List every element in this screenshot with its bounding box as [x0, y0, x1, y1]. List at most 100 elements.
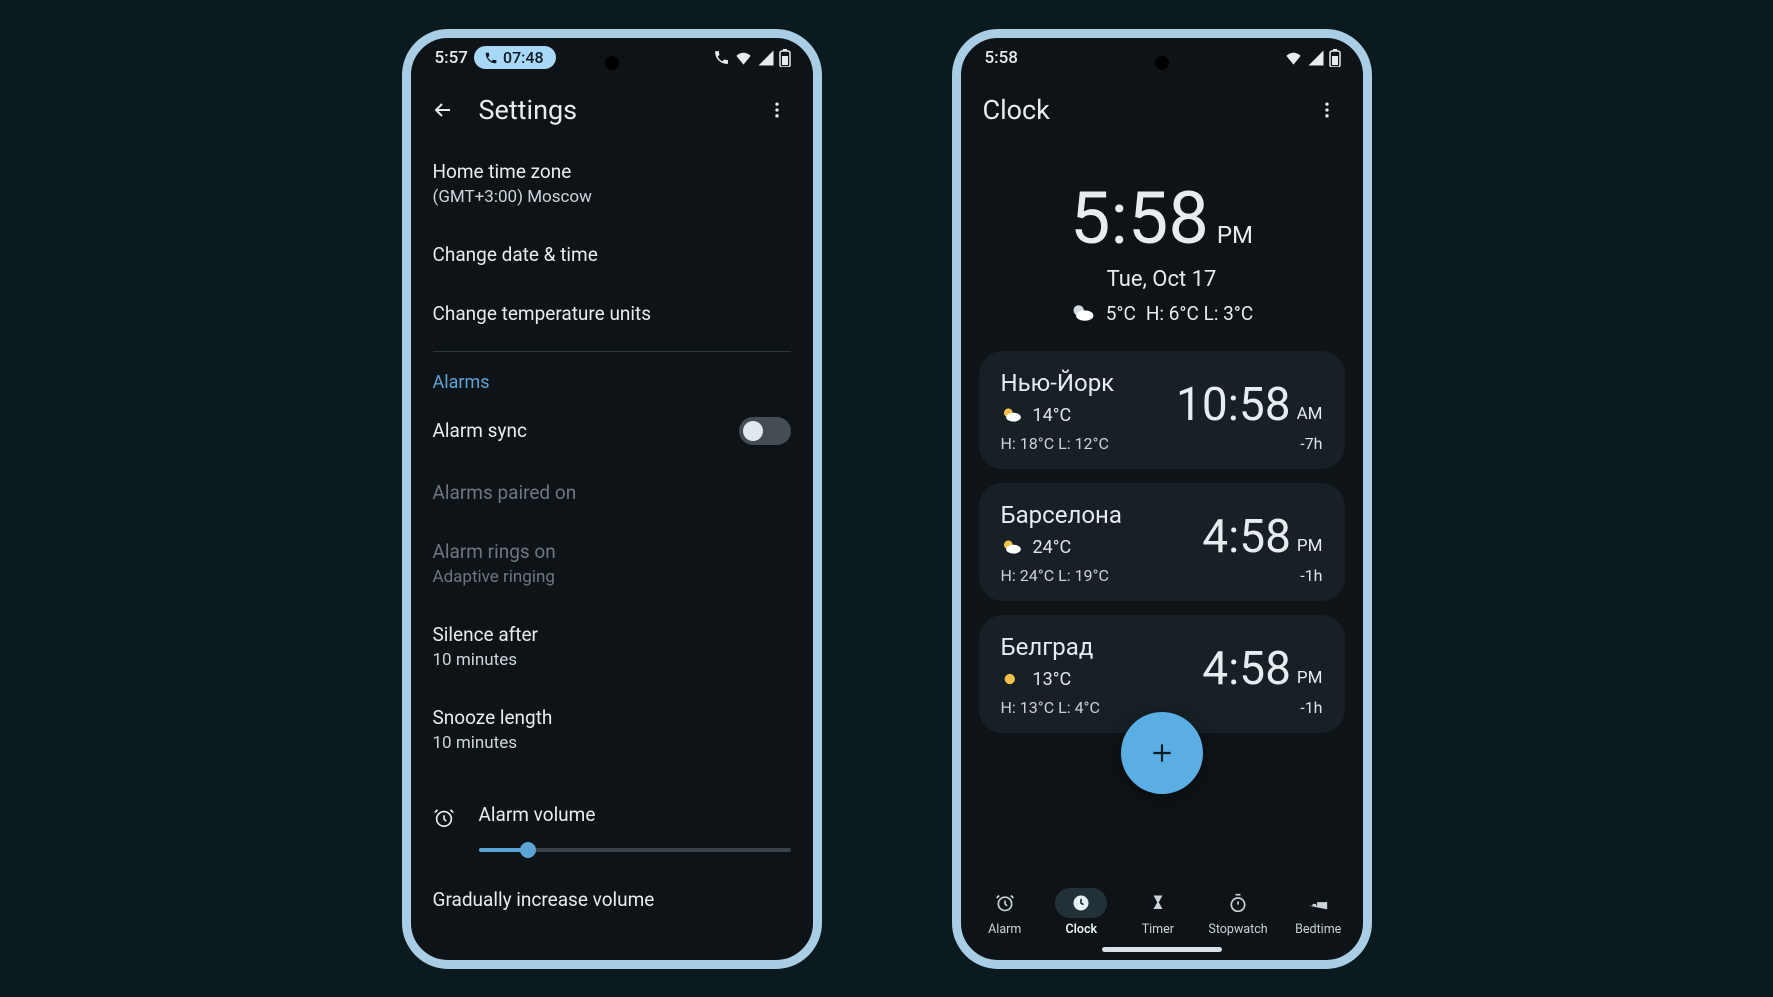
setting-change-temperature-units[interactable]: Change temperature units	[433, 284, 791, 343]
nav-clock[interactable]: Clock	[1055, 888, 1107, 937]
status-right	[713, 48, 791, 67]
phone-icon	[484, 51, 498, 65]
camera-cutout	[605, 56, 619, 70]
city-hl: H: 24°C L: 19°C	[1001, 566, 1122, 585]
city-offset: -1h	[1202, 566, 1322, 585]
setting-home-time-zone[interactable]: Home time zone (GMT+3:00) Moscow	[433, 142, 791, 225]
overflow-menu-button[interactable]	[759, 92, 795, 128]
city-time: 4:58	[1202, 510, 1291, 564]
setting-alarm-sync[interactable]: Alarm sync	[433, 399, 791, 463]
wifi-icon	[1284, 48, 1303, 67]
setting-gradually-increase-volume[interactable]: Gradually increase volume	[433, 870, 791, 929]
nav-timer[interactable]: Timer	[1132, 888, 1184, 937]
city-name: Барселона	[1001, 501, 1122, 529]
wifi-icon	[734, 48, 753, 67]
stopwatch-icon	[1228, 893, 1248, 913]
setting-title: Silence after	[433, 623, 791, 646]
alarm-icon	[433, 807, 455, 829]
setting-silence-after[interactable]: Silence after 10 minutes	[433, 605, 791, 688]
setting-title: Alarms paired on	[433, 481, 791, 504]
city-temp: 13°C	[1033, 669, 1072, 690]
city-hl: H: 18°C L: 12°C	[1001, 434, 1115, 453]
ongoing-call-chip[interactable]: 07:48	[474, 46, 556, 69]
back-button[interactable]	[425, 92, 461, 128]
signal-icon	[757, 49, 775, 67]
more-vert-icon	[1317, 100, 1337, 120]
setting-subtitle: Adaptive ringing	[433, 567, 791, 587]
alarm-sync-toggle[interactable]	[739, 417, 791, 445]
setting-subtitle: (GMT+3:00) Moscow	[433, 187, 791, 207]
alarm-icon	[995, 893, 1015, 913]
setting-snooze-length[interactable]: Snooze length 10 minutes	[433, 688, 791, 771]
weather-partly-cloudy-icon	[1001, 538, 1023, 556]
gesture-bar[interactable]	[1102, 947, 1222, 952]
setting-title: Alarm sync	[433, 419, 527, 442]
setting-subtitle: 10 minutes	[433, 650, 791, 670]
more-vert-icon	[767, 100, 787, 120]
local-clock: 5:58 PM Tue, Oct 17 5°C H: 6°C L: 3°C	[979, 176, 1345, 325]
nav-label: Stopwatch	[1208, 922, 1267, 937]
city-time: 10:58	[1176, 378, 1291, 432]
add-city-fab[interactable]	[1121, 712, 1203, 794]
alarm-volume-slider[interactable]	[479, 848, 791, 852]
nav-label: Clock	[1066, 922, 1098, 937]
city-hl: H: 13°C L: 4°C	[1001, 698, 1100, 717]
local-time: 5:58	[1070, 176, 1209, 261]
arrow-left-icon	[431, 98, 455, 122]
clock-icon	[1071, 893, 1091, 913]
nav-label: Alarm	[988, 922, 1021, 937]
phone-settings: 5:57 07:48 Settings Home time zone (GMT+…	[402, 29, 822, 969]
clock-content: 5:58 PM Tue, Oct 17 5°C H: 6°C L: 3°C Нь…	[961, 142, 1363, 880]
nav-stopwatch[interactable]: Stopwatch	[1208, 888, 1267, 937]
plus-icon	[1149, 740, 1175, 766]
city-time-ampm: PM	[1297, 536, 1323, 564]
city-time-ampm: AM	[1297, 404, 1323, 432]
weather-sunny-icon	[1001, 670, 1023, 688]
city-offset: -1h	[1202, 698, 1322, 717]
phone-icon	[713, 49, 730, 66]
setting-title: Alarm rings on	[433, 540, 791, 563]
signal-icon	[1307, 49, 1325, 67]
setting-alarm-rings-on: Alarm rings on Adaptive ringing	[433, 522, 791, 605]
section-header-alarms: Alarms	[433, 352, 791, 399]
world-clock-card[interactable]: Барселона 24°C H: 24°C L: 19°C 4:58 PM -…	[979, 483, 1345, 601]
overflow-menu-button[interactable]	[1309, 92, 1345, 128]
bottom-nav: Alarm Clock Timer Stopwatch Bedtime	[961, 880, 1363, 941]
city-name: Белград	[1001, 633, 1100, 661]
city-temp: 14°C	[1033, 405, 1072, 426]
setting-title: Snooze length	[433, 706, 791, 729]
setting-alarm-volume[interactable]: Alarm volume	[433, 771, 791, 870]
page-title: Settings	[479, 94, 741, 126]
city-temp: 24°C	[1033, 537, 1072, 558]
status-time: 5:58	[985, 48, 1018, 68]
setting-title: Alarm volume	[479, 803, 791, 826]
world-clock-card[interactable]: Нью-Йорк 14°C H: 18°C L: 12°C 10:58 AM -…	[979, 351, 1345, 469]
status-right	[1284, 48, 1341, 67]
nav-label: Bedtime	[1295, 922, 1341, 937]
nav-alarm[interactable]: Alarm	[979, 888, 1031, 937]
setting-title: Home time zone	[433, 160, 791, 183]
nav-bedtime[interactable]: Bedtime	[1292, 888, 1344, 937]
local-temp: 5°C	[1106, 302, 1136, 325]
slider-thumb[interactable]	[520, 842, 536, 858]
local-weather: 5°C H: 6°C L: 3°C	[979, 302, 1345, 325]
local-hl: H: 6°C L: 3°C	[1146, 302, 1253, 325]
page-title: Clock	[983, 94, 1291, 126]
camera-cutout	[1155, 56, 1169, 70]
setting-subtitle: 10 minutes	[433, 733, 791, 753]
local-time-ampm: PM	[1217, 221, 1253, 261]
setting-title: Change temperature units	[433, 302, 791, 325]
battery-icon	[779, 49, 791, 67]
setting-change-date-time[interactable]: Change date & time	[433, 225, 791, 284]
clock-topbar: Clock	[961, 78, 1363, 142]
bed-icon	[1307, 894, 1329, 912]
hourglass-icon	[1149, 893, 1167, 913]
setting-title: Change date & time	[433, 243, 791, 266]
status-time: 5:57	[435, 48, 468, 68]
nav-label: Timer	[1142, 922, 1174, 937]
city-name: Нью-Йорк	[1001, 369, 1115, 397]
settings-list: Home time zone (GMT+3:00) Moscow Change …	[411, 142, 813, 960]
settings-topbar: Settings	[411, 78, 813, 142]
weather-partly-cloudy-icon	[1001, 406, 1023, 424]
setting-title: Gradually increase volume	[433, 888, 791, 911]
